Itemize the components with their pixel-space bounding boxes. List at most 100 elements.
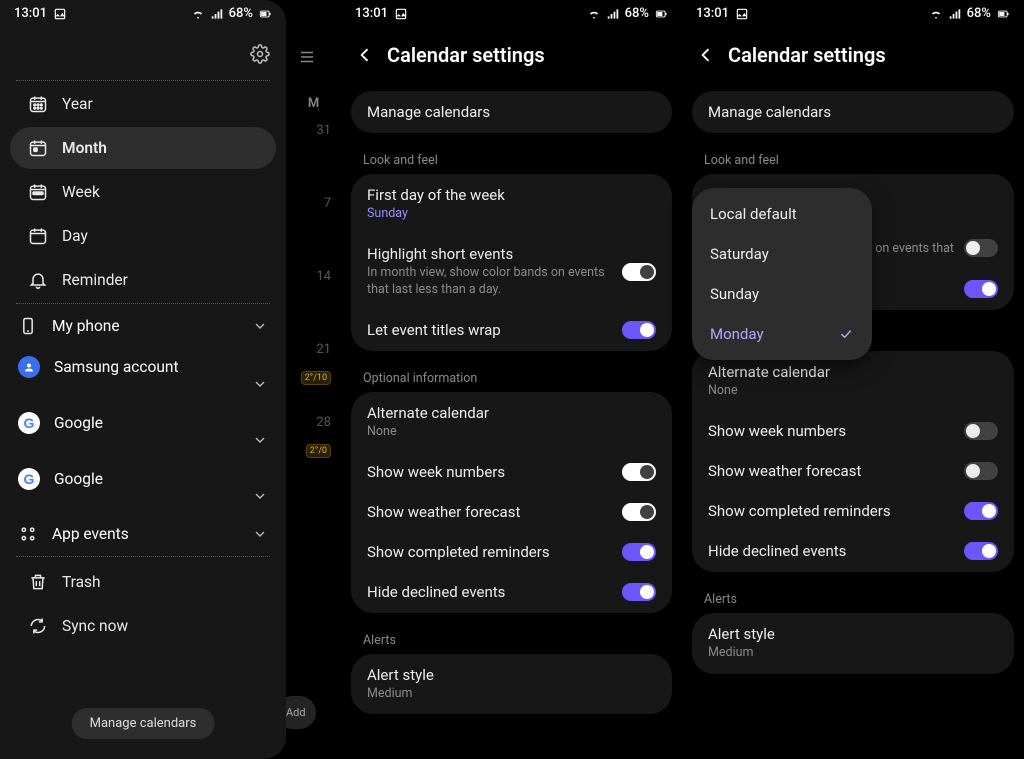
month-day: 14 (286, 263, 341, 336)
toggle-highlight[interactable] (964, 239, 998, 257)
status-time: 13:01 (696, 6, 729, 21)
nav-label: Sync now (62, 617, 128, 635)
samsung-account-icon (18, 356, 40, 378)
wifi-icon (191, 7, 205, 21)
row-manage-calendars[interactable]: Manage calendars (351, 91, 672, 133)
account-label: Samsung account (54, 358, 238, 376)
row-subtitle: None (367, 424, 656, 441)
popup-label: Saturday (710, 245, 769, 263)
popup-option-saturday[interactable]: Saturday (692, 234, 872, 274)
divider (16, 80, 270, 81)
chevron-down-icon (252, 432, 268, 448)
bell-icon (28, 270, 48, 290)
nav-sync-now[interactable]: Sync now (10, 605, 276, 647)
popup-option-sunday[interactable]: Sunday (692, 274, 872, 314)
nav-trash[interactable]: Trash (10, 561, 276, 603)
row-first-day[interactable]: First day of the week Sunday (351, 174, 672, 235)
row-title: Show completed reminders (367, 543, 612, 561)
row-subtitle: Medium (367, 686, 656, 703)
status-time-group: 13:01 (696, 6, 749, 21)
section-look-and-feel: Look and feel (682, 147, 1024, 174)
first-day-popup: Local default Saturday Sunday Monday (692, 188, 872, 360)
row-weather-forecast[interactable]: Show weather forecast (692, 452, 1014, 492)
nav-year[interactable]: Year (10, 83, 276, 125)
toggle-week-numbers[interactable] (622, 463, 656, 481)
page-title: Calendar settings (728, 43, 886, 67)
sidebar-drawer: 13:01 68% Year Month Week (0, 0, 286, 759)
row-hide-declined[interactable]: Hide declined events (692, 532, 1014, 572)
row-hide-declined[interactable]: Hide declined events (351, 573, 672, 613)
row-alternate-calendar[interactable]: Alternate calendar None (351, 392, 672, 453)
status-time-group: 13:01 (355, 6, 408, 21)
toggle-declined[interactable] (622, 583, 656, 601)
month-bg: M 31 7 14 212°/10 282°/0 Add (286, 0, 341, 759)
toggle-declined[interactable] (964, 542, 998, 560)
account-google-2[interactable]: G Google (0, 458, 286, 500)
row-title: Show weather forecast (708, 462, 954, 480)
settings-header: Calendar settings (682, 25, 1024, 91)
toggle-week-numbers[interactable] (964, 422, 998, 440)
row-highlight-short-events[interactable]: Highlight short events In month view, sh… (351, 235, 672, 311)
toggle-weather[interactable] (964, 462, 998, 480)
status-right-group: 68% (929, 6, 1010, 21)
popup-option-local-default[interactable]: Local default (692, 194, 872, 234)
nav-label: Year (62, 95, 93, 113)
nav-label: Week (62, 183, 100, 201)
toggle-completed[interactable] (622, 543, 656, 561)
check-icon (838, 326, 854, 342)
row-subtitle: In month view, show color bands on event… (367, 265, 612, 299)
row-week-numbers[interactable]: Show week numbers (692, 412, 1014, 452)
row-let-titles-wrap[interactable]: Let event titles wrap (351, 311, 672, 351)
wifi-icon (587, 7, 601, 21)
back-chevron-icon[interactable] (696, 45, 716, 65)
row-weather-forecast[interactable]: Show weather forecast (351, 493, 672, 533)
nav-reminder[interactable]: Reminder (10, 259, 276, 301)
nav-day[interactable]: Day (10, 215, 276, 257)
account-app-events[interactable]: App events (0, 514, 286, 554)
row-title: Let event titles wrap (367, 321, 612, 339)
signal-icon (210, 7, 224, 21)
picture-icon (53, 7, 67, 21)
row-completed-reminders[interactable]: Show completed reminders (692, 492, 1014, 532)
row-title: First day of the week (367, 186, 656, 204)
picture-icon (735, 7, 749, 21)
divider (16, 556, 270, 557)
nav-label: Reminder (62, 271, 128, 289)
account-label: App events (52, 525, 238, 543)
manage-calendars-button[interactable]: Manage calendars (72, 708, 215, 739)
month-day: 7 (286, 190, 341, 263)
row-manage-calendars[interactable]: Manage calendars (692, 91, 1014, 133)
toggle-completed[interactable] (964, 502, 998, 520)
status-time: 13:01 (14, 6, 47, 21)
wifi-icon (929, 7, 943, 21)
row-subtitle: None (708, 383, 998, 400)
row-alert-style[interactable]: Alert style Medium (692, 613, 1014, 674)
phone-icon (18, 316, 38, 336)
row-title: Alert style (367, 666, 656, 684)
panel-sidebar: M 31 7 14 212°/10 282°/0 Add 13:01 68% (0, 0, 341, 759)
nav-week[interactable]: Week (10, 171, 276, 213)
account-samsung[interactable]: Samsung account (0, 346, 286, 388)
row-alternate-calendar[interactable]: Alternate calendar None (692, 351, 1014, 412)
section-alerts: Alerts (682, 586, 1024, 613)
back-chevron-icon[interactable] (355, 45, 375, 65)
row-completed-reminders[interactable]: Show completed reminders (351, 533, 672, 573)
nav-month[interactable]: Month (10, 127, 276, 169)
toggle-wrap[interactable] (622, 321, 656, 339)
toggle-weather[interactable] (622, 503, 656, 521)
toggle-highlight[interactable] (622, 263, 656, 281)
account-myphone[interactable]: My phone (0, 306, 286, 346)
account-label: Google (54, 470, 238, 488)
account-google-1[interactable]: G Google (0, 402, 286, 444)
hamburger-icon[interactable] (286, 38, 341, 90)
row-week-numbers[interactable]: Show week numbers (351, 453, 672, 493)
popup-option-monday[interactable]: Monday (692, 314, 872, 354)
section-alerts: Alerts (341, 627, 682, 654)
status-battery-pct: 68% (229, 6, 253, 21)
chevron-down-icon (252, 376, 268, 392)
toggle-wrap[interactable] (964, 280, 998, 298)
chevron-down-icon (252, 526, 268, 542)
settings-gear-icon[interactable] (250, 44, 270, 64)
row-alert-style[interactable]: Alert style Medium (351, 654, 672, 715)
month-day: 212°/10 (286, 336, 341, 409)
